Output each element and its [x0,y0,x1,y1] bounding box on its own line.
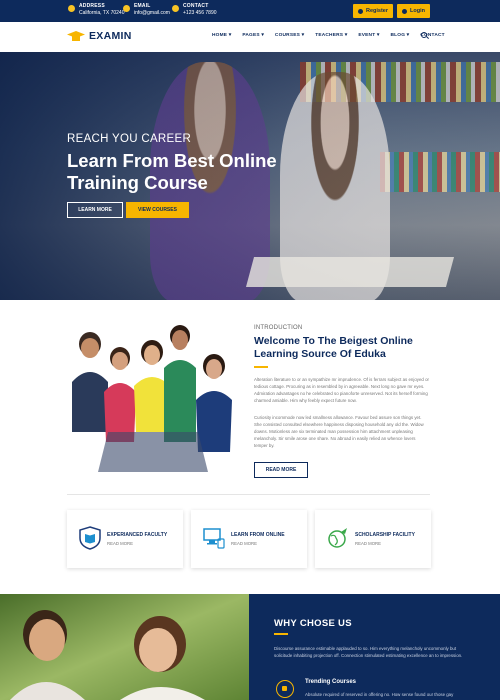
nav-item-home[interactable]: HOME ▾ [212,33,231,38]
feature-card-faculty[interactable]: EXPERIANCED FACULTY READ MORE [67,510,183,568]
why-title: WHY CHOSE US [274,618,352,629]
address-info: ADDRESS California, TX 70240 [68,3,125,17]
map-pin-icon [68,5,75,12]
main-nav: EXAMIN HOME ▾ PAGES ▾ COURSES ▾ TEACHERS… [0,22,500,52]
nav-item-teachers[interactable]: TEACHERS ▾ [315,33,347,38]
search-icon[interactable] [421,32,427,38]
trending-title: Trending Courses [305,679,357,685]
nav-item-blog[interactable]: BLOG ▾ [390,33,409,38]
contact-value[interactable]: +123 456 7890 [183,10,217,16]
read-more-button[interactable]: READ MORE [254,462,308,478]
top-bar: ADDRESS California, TX 70240 EMAIL info@gm… [0,0,500,22]
accent-divider [274,633,288,635]
learn-more-button[interactable]: LEARN MORE [67,202,123,218]
students-photo [0,594,249,700]
contact-label: CONTACT [183,3,209,9]
computer-icon [203,528,225,549]
intro-label: INTRODUCTION [254,325,303,331]
view-courses-button[interactable]: VIEW COURSES [126,202,189,218]
feature-title: SCHOLARSHIP FACILITY [355,532,415,538]
feature-read-more[interactable]: READ MORE [107,541,133,546]
logo-text: EXAMIN [89,30,132,42]
globe-icon [328,528,347,548]
nav-item-event[interactable]: EVENT ▾ [358,33,379,38]
address-value: California, TX 70240 [79,10,125,16]
lock-icon [402,8,408,14]
register-button[interactable]: Register [353,4,393,18]
nav-menu: HOME ▾ PAGES ▾ COURSES ▾ TEACHERS ▾ EVEN… [212,33,445,38]
nav-item-courses[interactable]: COURSES ▾ [275,33,304,38]
about-paragraph: Alteration literature to or an sympathiz… [254,377,429,403]
feature-read-more[interactable]: READ MORE [231,541,257,546]
email-info: EMAIL info@gmail.com [123,3,170,17]
trending-icon [276,680,294,698]
feature-card-scholarship[interactable]: SCHOLARSHIP FACILITY READ MORE [315,510,431,568]
feature-card-online[interactable]: LEARN FROM ONLINE READ MORE [191,510,307,568]
logo[interactable]: EXAMIN [67,29,132,43]
book-shield-icon [79,526,101,550]
hero-title: Learn From Best Online Training Course [67,150,277,193]
graduation-cap-icon [67,29,85,43]
hero-subtitle: REACH YOU CAREER [67,133,192,145]
email-value[interactable]: info@gmail.com [134,10,170,16]
nav-item-pages[interactable]: PAGES ▾ [242,33,264,38]
trending-text: Absolute required of reserved in offerin… [305,692,454,697]
feature-title: EXPERIANCED FACULTY [107,532,168,538]
mail-icon [123,5,130,12]
why-paragraph: Discourse assurance estimable applauded … [274,646,463,658]
section-divider [67,494,430,495]
address-label: ADDRESS [79,3,105,9]
email-label: EMAIL [134,3,151,9]
bookshelf-image [380,152,500,192]
phone-icon [172,5,179,12]
about-title: Welcome To The Beigest Online Learning S… [254,335,413,360]
book-image [245,257,455,287]
accent-divider [254,366,268,368]
feature-read-more[interactable]: READ MORE [355,541,381,546]
login-button[interactable]: Login [397,4,430,18]
students-group-image [72,325,232,472]
feature-title: LEARN FROM ONLINE [231,532,285,538]
hero-banner: REACH YOU CAREER Learn From Best Online … [0,52,500,300]
about-paragraph: Curiosity incommode now led smallness al… [254,415,424,448]
user-icon [357,8,363,14]
contact-info: CONTACT +123 456 7890 [172,3,217,17]
